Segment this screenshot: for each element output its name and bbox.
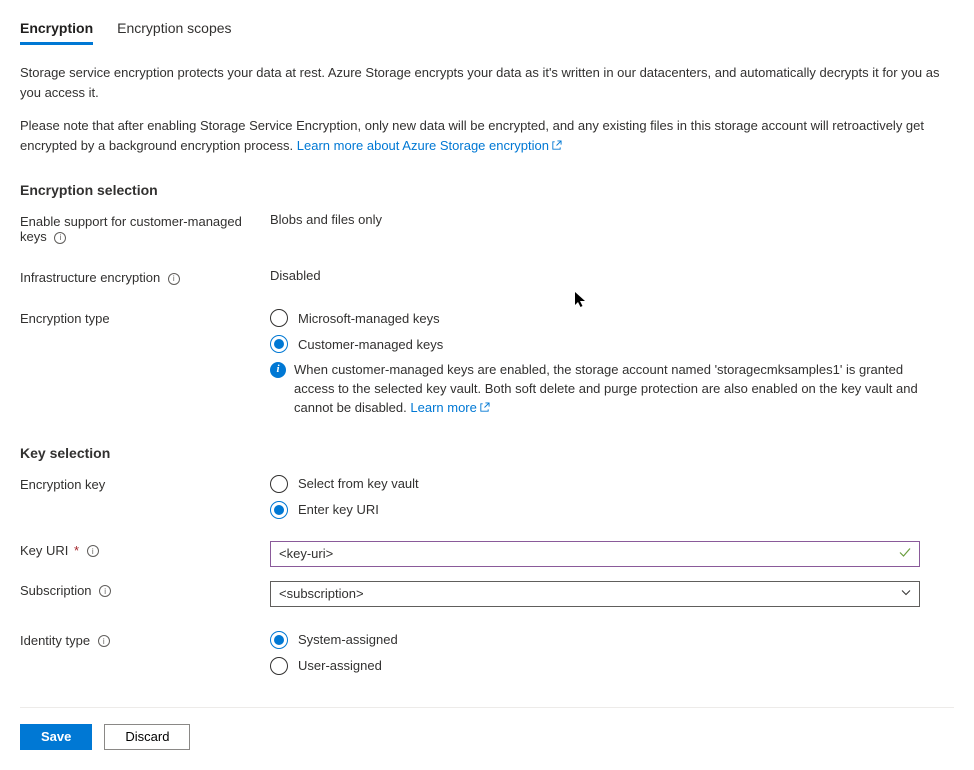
value-enable-support: Blobs and files only [270, 212, 954, 227]
radio-microsoft-managed-keys[interactable]: Microsoft-managed keys [270, 309, 954, 327]
radio-icon [270, 657, 288, 675]
label-infrastructure-encryption: Infrastructure encryption [20, 268, 270, 285]
info-icon[interactable] [98, 635, 110, 647]
save-button[interactable]: Save [20, 724, 92, 750]
radio-select-from-key-vault[interactable]: Select from key vault [270, 475, 954, 493]
radio-enter-key-uri[interactable]: Enter key URI [270, 501, 954, 519]
info-icon[interactable] [99, 585, 111, 597]
tab-encryption[interactable]: Encryption [20, 20, 93, 45]
discard-button[interactable]: Discard [104, 724, 190, 750]
label-key-uri: Key URI * [20, 541, 270, 558]
subscription-select[interactable]: <subscription> [270, 581, 920, 607]
info-icon[interactable] [168, 273, 180, 285]
intro-paragraph-2: Please note that after enabling Storage … [20, 116, 954, 156]
key-uri-input[interactable] [270, 541, 920, 567]
tab-encryption-scopes[interactable]: Encryption scopes [117, 20, 231, 45]
check-icon [898, 545, 912, 562]
info-icon[interactable] [87, 545, 99, 557]
chevron-down-icon [900, 586, 912, 601]
intro-paragraph-1: Storage service encryption protects your… [20, 63, 954, 102]
section-encryption-selection: Encryption selection [20, 182, 954, 198]
radio-icon [270, 501, 288, 519]
radio-icon [270, 475, 288, 493]
external-link-icon [551, 137, 562, 157]
section-key-selection: Key selection [20, 445, 954, 461]
radio-user-assigned[interactable]: User-assigned [270, 657, 954, 675]
radio-icon [270, 631, 288, 649]
radio-icon [270, 309, 288, 327]
radio-system-assigned[interactable]: System-assigned [270, 631, 954, 649]
button-row: Save Discard [20, 724, 954, 750]
tabs: Encryption Encryption scopes [20, 20, 954, 45]
learn-more-cmk-link[interactable]: Learn more [410, 400, 489, 415]
label-subscription: Subscription [20, 581, 270, 598]
external-link-icon [479, 400, 490, 419]
learn-more-storage-encryption-link[interactable]: Learn more about Azure Storage encryptio… [297, 138, 562, 153]
radio-customer-managed-keys[interactable]: Customer-managed keys [270, 335, 954, 353]
intro-text: Storage service encryption protects your… [20, 63, 954, 156]
label-identity-type: Identity type [20, 631, 270, 648]
divider [20, 707, 954, 708]
radio-icon [270, 335, 288, 353]
label-encryption-type: Encryption type [20, 309, 270, 326]
info-badge-icon: i [270, 362, 286, 378]
cmk-info-callout: i When customer-managed keys are enabled… [270, 361, 954, 419]
label-encryption-key: Encryption key [20, 475, 270, 492]
info-icon[interactable] [54, 232, 66, 244]
value-infrastructure-encryption: Disabled [270, 268, 954, 283]
label-enable-support: Enable support for customer-managed keys [20, 212, 270, 244]
